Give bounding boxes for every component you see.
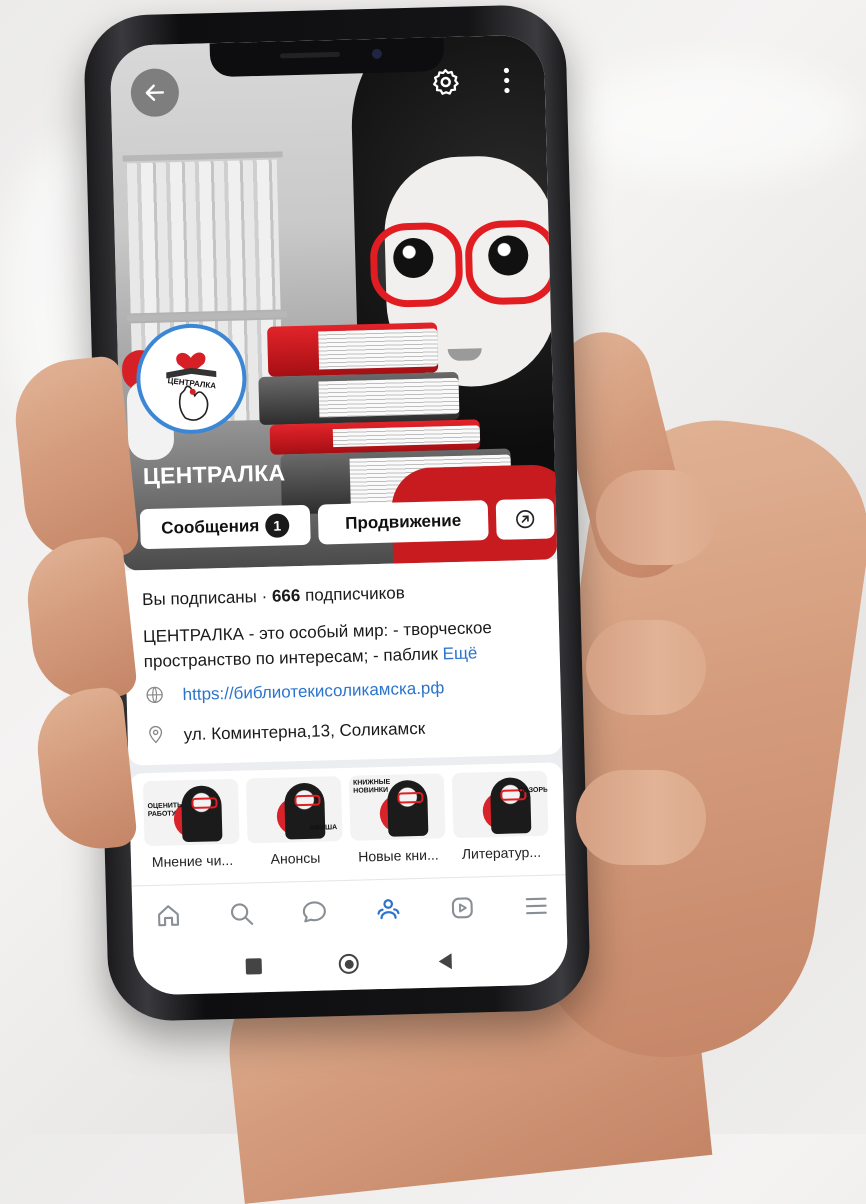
section-item[interactable]: ОЦЕНИТЬ РАБОТУ Мнение чи... [142,778,240,871]
home-system-button[interactable] [338,953,360,975]
gear-icon[interactable] [430,67,461,98]
section-label: Новые кни... [358,846,439,865]
section-tag: АФИША [309,824,338,832]
group-sections: ОЦЕНИТЬ РАБОТУ Мнение чи... АФИША Анонсы… [128,762,566,886]
section-thumbnail: ОБЗОРЫ [451,770,549,839]
illustration-book [258,371,460,426]
avatar-logo: ЦЕНТРАЛКА [166,352,217,421]
address-text: ул. Коминтерна,13, Соликамск [183,718,426,745]
left-finger [9,354,141,566]
subscribers-word: подписчиков [300,583,405,606]
share-button[interactable] [495,498,555,540]
hand-fingers [556,0,866,1134]
group-name: ЦЕНТРАЛКА [142,459,286,490]
subscribers-count: 666 [271,586,301,606]
section-item[interactable]: КНИЖНЫЕ НОВИНКИ Новые кни... [348,773,446,865]
phone-screen: ЦЕНТРАЛКА ЦЕНТРАЛКА Сообщения 1 Продвиже… [109,34,569,996]
subscribed-text: Вы подписаны · [141,586,273,610]
finger [596,470,716,565]
video-icon[interactable] [448,894,477,923]
speaker-grille [279,51,341,59]
home-icon[interactable] [154,901,183,930]
section-tag: ОБЗОРЫ [518,786,549,795]
group-cover-image [109,34,558,571]
section-label: Анонсы [270,849,321,867]
finger [586,620,706,715]
location-pin-icon [149,725,163,744]
finger [576,770,706,865]
back-triangle-icon[interactable] [435,951,454,971]
search-icon[interactable] [227,899,256,928]
description-text: пространство по интересам; - паблик [143,644,443,672]
globe-icon [146,686,163,704]
subscription-status: Вы подписаны · 666 подписчиков [142,583,405,610]
more-link[interactable]: Ещё [442,643,477,663]
section-label: Литератур... [461,843,542,862]
section-tag: КНИЖНЫЕ НОВИНКИ [352,778,391,795]
website-link[interactable]: https://библиотекисоликамска.рф [182,678,444,705]
section-item[interactable]: АФИША Анонсы [245,776,343,867]
group-description-line1: ЦЕНТРАЛКА - это особый мир: - творческое [142,618,493,647]
left-finger [31,685,139,855]
messages-count-badge: 1 [264,513,290,538]
menu-icon[interactable] [522,892,551,921]
arrow-left-icon [145,84,165,101]
left-finger [21,535,139,705]
section-thumbnail: ОЦЕНИТЬ РАБОТУ [142,778,240,847]
group-info-card: Вы подписаны · 666 подписчиков ЦЕНТРАЛКА… [123,559,563,766]
promote-button[interactable]: Продвижение [317,500,489,545]
messages-icon[interactable] [300,897,329,926]
front-camera [371,48,383,59]
section-label: Мнение чи... [151,851,234,871]
messages-label: Сообщения [161,516,260,538]
share-arrow-icon [516,510,535,529]
communities-icon[interactable] [374,895,403,924]
bookshelf-row [126,159,281,314]
svg-text:ЦЕНТРАЛКА: ЦЕНТРАЛКА [167,376,217,390]
section-item[interactable]: ОБЗОРЫ Литератур... [451,770,549,862]
messages-button[interactable]: Сообщения 1 [139,504,311,550]
group-description-line2: пространство по интересам; - паблик Ещё [144,643,478,672]
illustration-book [267,322,439,377]
section-tag: ОЦЕНИТЬ РАБОТУ [147,802,183,819]
more-vertical-icon[interactable] [500,65,513,95]
recent-apps-button[interactable] [245,958,262,975]
section-thumbnail: КНИЖНЫЕ НОВИНКИ [348,773,446,841]
section-thumbnail: АФИША [245,776,343,844]
phone-notch [209,37,445,78]
